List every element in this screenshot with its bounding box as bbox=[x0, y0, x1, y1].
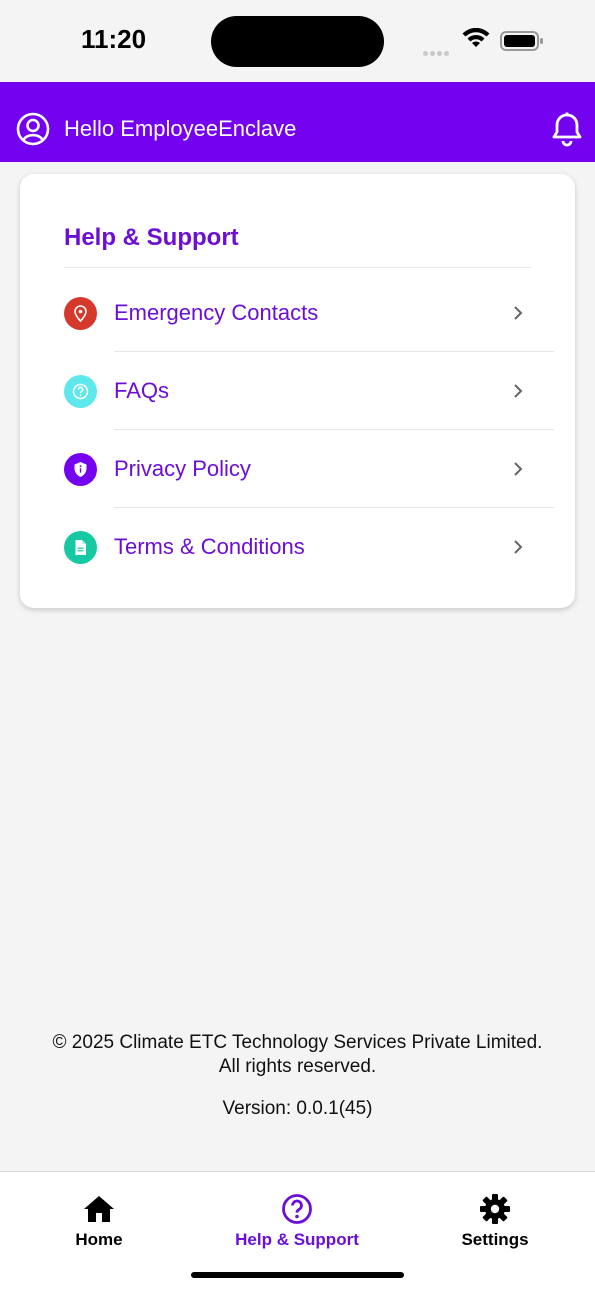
chevron-right-icon bbox=[514, 462, 523, 476]
tab-help-support[interactable]: Help & Support bbox=[207, 1192, 387, 1250]
user-avatar-icon[interactable] bbox=[16, 112, 50, 146]
wifi-icon bbox=[462, 28, 490, 47]
menu-item-label: Emergency Contacts bbox=[114, 300, 319, 325]
menu-item-label: FAQs bbox=[114, 378, 170, 403]
status-time: 11:20 bbox=[81, 24, 147, 54]
menu-item-emergency-contacts[interactable]: Emergency Contacts bbox=[20, 274, 575, 352]
location-pin-icon bbox=[64, 297, 97, 330]
battery-icon bbox=[500, 31, 543, 51]
card-title: Help & Support bbox=[64, 224, 239, 251]
tab-label: Settings bbox=[461, 1230, 529, 1249]
shield-info-icon bbox=[64, 453, 97, 486]
help-circle-icon bbox=[282, 1194, 312, 1224]
bell-icon[interactable] bbox=[550, 111, 584, 147]
chevron-right-icon bbox=[514, 540, 523, 554]
home-icon bbox=[84, 1196, 114, 1222]
menu-item-label: Terms & Conditions bbox=[114, 534, 305, 559]
chevron-right-icon bbox=[514, 306, 523, 320]
cellular-signal-icon bbox=[423, 43, 451, 61]
menu-item-terms-conditions[interactable]: Terms & Conditions bbox=[20, 508, 575, 586]
copyright-text: © 2025 Climate ETC Technology Services P… bbox=[52, 1032, 543, 1053]
help-support-card: Help & Support Emergency Contacts FAQs P… bbox=[20, 174, 575, 608]
tab-label: Help & Support bbox=[235, 1230, 359, 1249]
question-circle-icon bbox=[64, 375, 97, 408]
tab-label: Home bbox=[75, 1230, 123, 1249]
rights-reserved-text: All rights reserved. bbox=[218, 1056, 377, 1077]
dynamic-island bbox=[211, 16, 384, 67]
menu-item-faqs[interactable]: FAQs bbox=[20, 352, 575, 430]
divider bbox=[64, 267, 532, 268]
greeting-text: Hello EmployeeEnclave bbox=[64, 116, 297, 141]
chevron-right-icon bbox=[514, 384, 523, 398]
tab-home[interactable]: Home bbox=[9, 1192, 189, 1250]
status-bar: 11:20 bbox=[0, 0, 595, 82]
document-icon bbox=[64, 531, 97, 564]
tab-settings[interactable]: Settings bbox=[405, 1192, 585, 1250]
menu-item-label: Privacy Policy bbox=[114, 456, 251, 481]
menu-item-privacy-policy[interactable]: Privacy Policy bbox=[20, 430, 575, 508]
home-indicator bbox=[191, 1272, 404, 1278]
version-text: Version: 0.0.1(45) bbox=[222, 1098, 373, 1119]
gear-icon bbox=[480, 1194, 510, 1224]
